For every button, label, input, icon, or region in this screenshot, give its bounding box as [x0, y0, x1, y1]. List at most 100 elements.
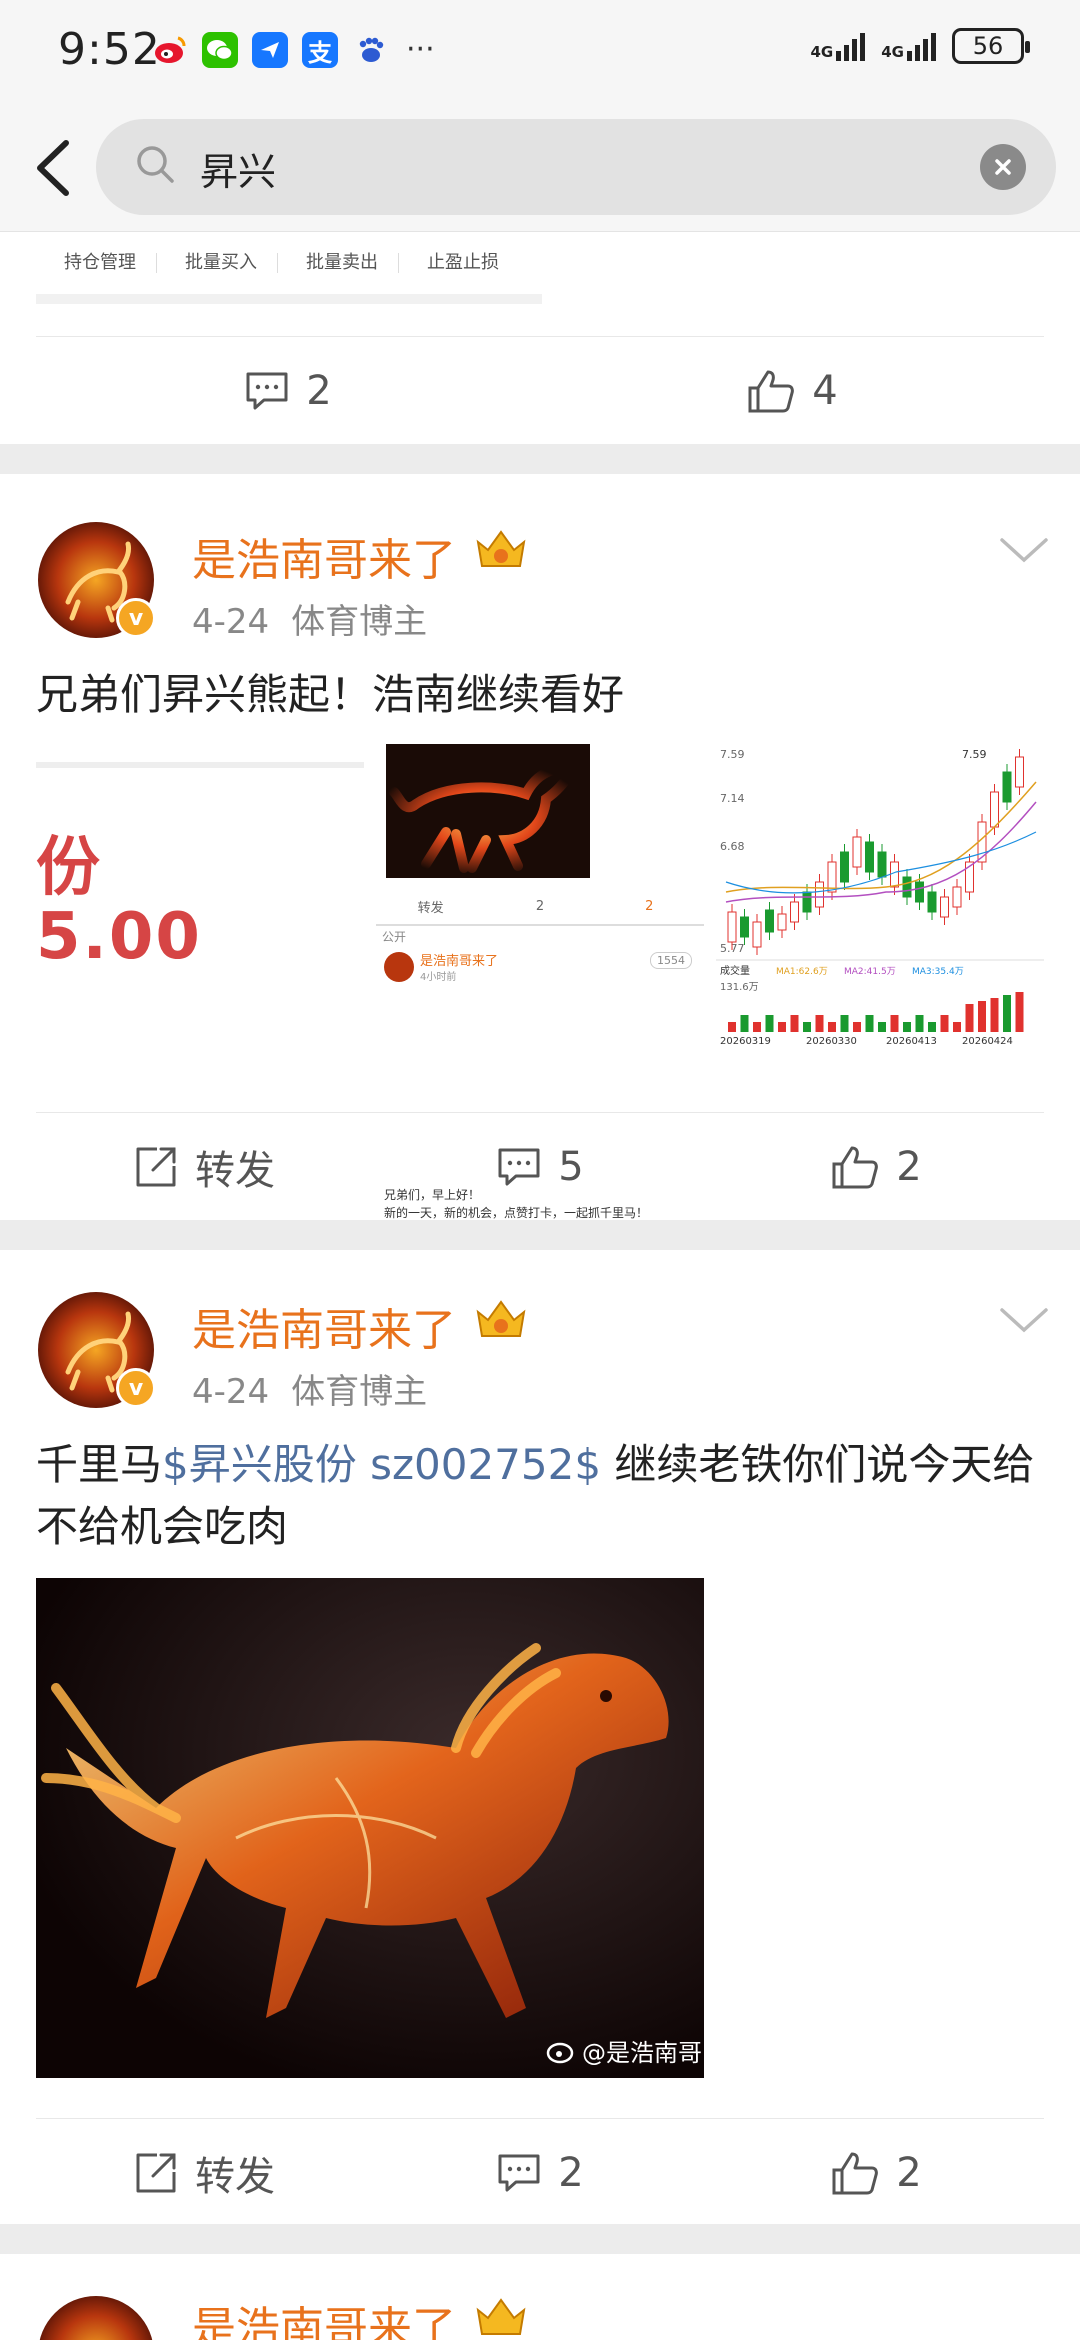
comment-button[interactable]: 2 — [372, 2150, 708, 2196]
more-notifications-icon: ··· — [406, 32, 435, 67]
image-thumbnail[interactable]: 份 5.00 — [36, 762, 364, 978]
candle-body — [927, 891, 937, 913]
post-meta: 4-24 体育博主 — [192, 1364, 427, 1413]
weibo-icon — [152, 32, 188, 68]
chevron-down-icon[interactable] — [998, 536, 1050, 566]
chevron-left-icon — [37, 140, 69, 196]
comment-button[interactable]: 5 — [372, 1144, 708, 1190]
like-button[interactable]: 2 — [708, 1144, 1044, 1190]
comment-icon — [498, 2154, 540, 2191]
candle-body — [815, 881, 824, 908]
avatar[interactable] — [38, 2296, 154, 2340]
inner-repost: 转发 — [417, 900, 444, 916]
candle-body — [840, 851, 849, 883]
close-icon — [995, 159, 1011, 175]
ma-label: MA3:35.4万 — [912, 967, 964, 977]
volume-bar — [1003, 995, 1011, 1032]
volume-bar — [865, 1015, 874, 1032]
paper-plane-icon — [252, 32, 288, 68]
status-app-icons: 支 ··· — [152, 32, 435, 68]
chart-y-label: 6.68 — [720, 840, 745, 853]
volume-bar — [828, 1022, 836, 1032]
tool-batch-sell: 批量卖出 — [278, 253, 399, 273]
battery-icon: 56 — [952, 28, 1030, 64]
candle-body — [802, 891, 812, 913]
post-card: 持仓管理 批量买入 批量卖出 止盈止损 2 4 — [0, 232, 1080, 444]
status-indicators: 4G 4G 56 — [811, 28, 1030, 64]
chart-date-label: 20260413 — [886, 1036, 937, 1046]
crown-badge-icon — [476, 2298, 526, 2335]
candle-body — [877, 851, 887, 878]
volume-value: 131.6万 — [720, 982, 759, 993]
volume-bar — [890, 1015, 899, 1032]
fire-horse-image[interactable]: @是浩南哥 — [36, 1578, 704, 2078]
volume-bar — [978, 1001, 986, 1032]
post-username[interactable]: 是浩南哥来了 — [192, 524, 456, 588]
volume-bar — [940, 1015, 949, 1032]
like-button[interactable]: 4 — [540, 368, 1044, 414]
like-count: 2 — [896, 2149, 922, 2196]
candle-body — [752, 921, 762, 948]
post-card: 是浩南哥来了 — [0, 2254, 1080, 2340]
search-icon — [137, 146, 174, 183]
candle-body — [865, 841, 874, 873]
action-bar: 2 4 — [36, 336, 1044, 444]
volume-bar — [815, 1015, 824, 1032]
chart-high-label: 7.59 — [962, 748, 987, 761]
volume-bar — [903, 1022, 911, 1032]
volume-bar — [928, 1022, 936, 1032]
verified-badge-icon: v — [116, 1368, 156, 1408]
candle-body — [1002, 771, 1012, 803]
wechat-icon — [202, 32, 238, 68]
candle-body — [852, 836, 862, 868]
post-username[interactable]: 是浩南哥来了 — [192, 1294, 456, 1358]
inner-visibility: 公开 — [382, 930, 407, 944]
thumbs-up-icon — [748, 370, 795, 412]
post-card: v 是浩南哥来了 4-24 体育博主 兄弟们昇兴熊起！浩南继续看好 份 5.00 … — [0, 474, 1080, 1220]
tool-holdings: 持仓管理 — [36, 253, 157, 273]
signal-1: 4G — [811, 31, 866, 61]
like-button[interactable]: 2 — [708, 2150, 1044, 2196]
comment-count: 5 — [558, 1143, 584, 1190]
candle-body — [990, 791, 999, 828]
volume-bar — [740, 1015, 749, 1032]
post-meta: 4-24 体育博主 — [192, 594, 427, 643]
signal-bars-icon — [907, 31, 936, 61]
chart-date-label: 20260330 — [806, 1036, 857, 1046]
volume-bar — [753, 1022, 761, 1032]
thumb-price: 5.00 — [36, 900, 202, 974]
inner-avatar — [384, 952, 414, 982]
repost-button[interactable]: 转发 — [36, 2144, 372, 2202]
post-username[interactable]: 是浩南哥来了 — [192, 2292, 456, 2340]
repost-button[interactable]: 转发 — [36, 1138, 372, 1196]
stock-link[interactable]: $昇兴股份 sz002752$ — [162, 1440, 601, 1489]
volume-bar — [790, 1015, 799, 1032]
candlestick-chart: 7.597.146.685.777.59成交量 MA1:62.6万 MA2:41.5… — [716, 742, 1044, 1046]
volume-bar — [778, 1022, 786, 1032]
repost-icon — [136, 1147, 176, 1186]
fire-horse-image — [386, 744, 590, 878]
comment-button[interactable]: 2 — [36, 368, 540, 414]
back-button[interactable] — [28, 135, 78, 201]
inner-username: 是浩南哥来了 — [420, 954, 499, 969]
signal-bars-icon — [836, 31, 866, 61]
candle-body — [740, 916, 749, 938]
repost-label: 转发 — [195, 2153, 275, 2200]
tool-stop: 止盈止损 — [427, 252, 499, 273]
comment-icon — [498, 1148, 540, 1185]
crown-badge-icon — [476, 1300, 526, 1337]
verified-badge-icon: v — [116, 598, 156, 638]
image-thumbnail[interactable]: 转发 2 2 公开 是浩南哥来了 4小时前 1554 — [376, 744, 704, 994]
volume-bar — [878, 1022, 886, 1032]
chevron-down-icon[interactable] — [998, 1306, 1050, 1336]
candle-body — [727, 911, 737, 943]
chart-y-label: 7.59 — [720, 748, 745, 761]
action-bar: 转发 2 2 — [36, 2118, 1044, 2226]
volume-bar — [765, 1015, 774, 1032]
post-date: 4-24 — [192, 602, 270, 642]
stock-chart-thumbnail[interactable]: 7.59 7.14 6.68 5.77 7.59 成交量 MA1:62.6万 MA2:41.5… — [716, 742, 1044, 1046]
clear-search-button[interactable] — [980, 144, 1026, 190]
volume-label: 成交量 — [720, 964, 750, 977]
thumbs-up-icon — [832, 1146, 879, 1188]
search-input[interactable]: 昇兴 — [96, 119, 1056, 215]
